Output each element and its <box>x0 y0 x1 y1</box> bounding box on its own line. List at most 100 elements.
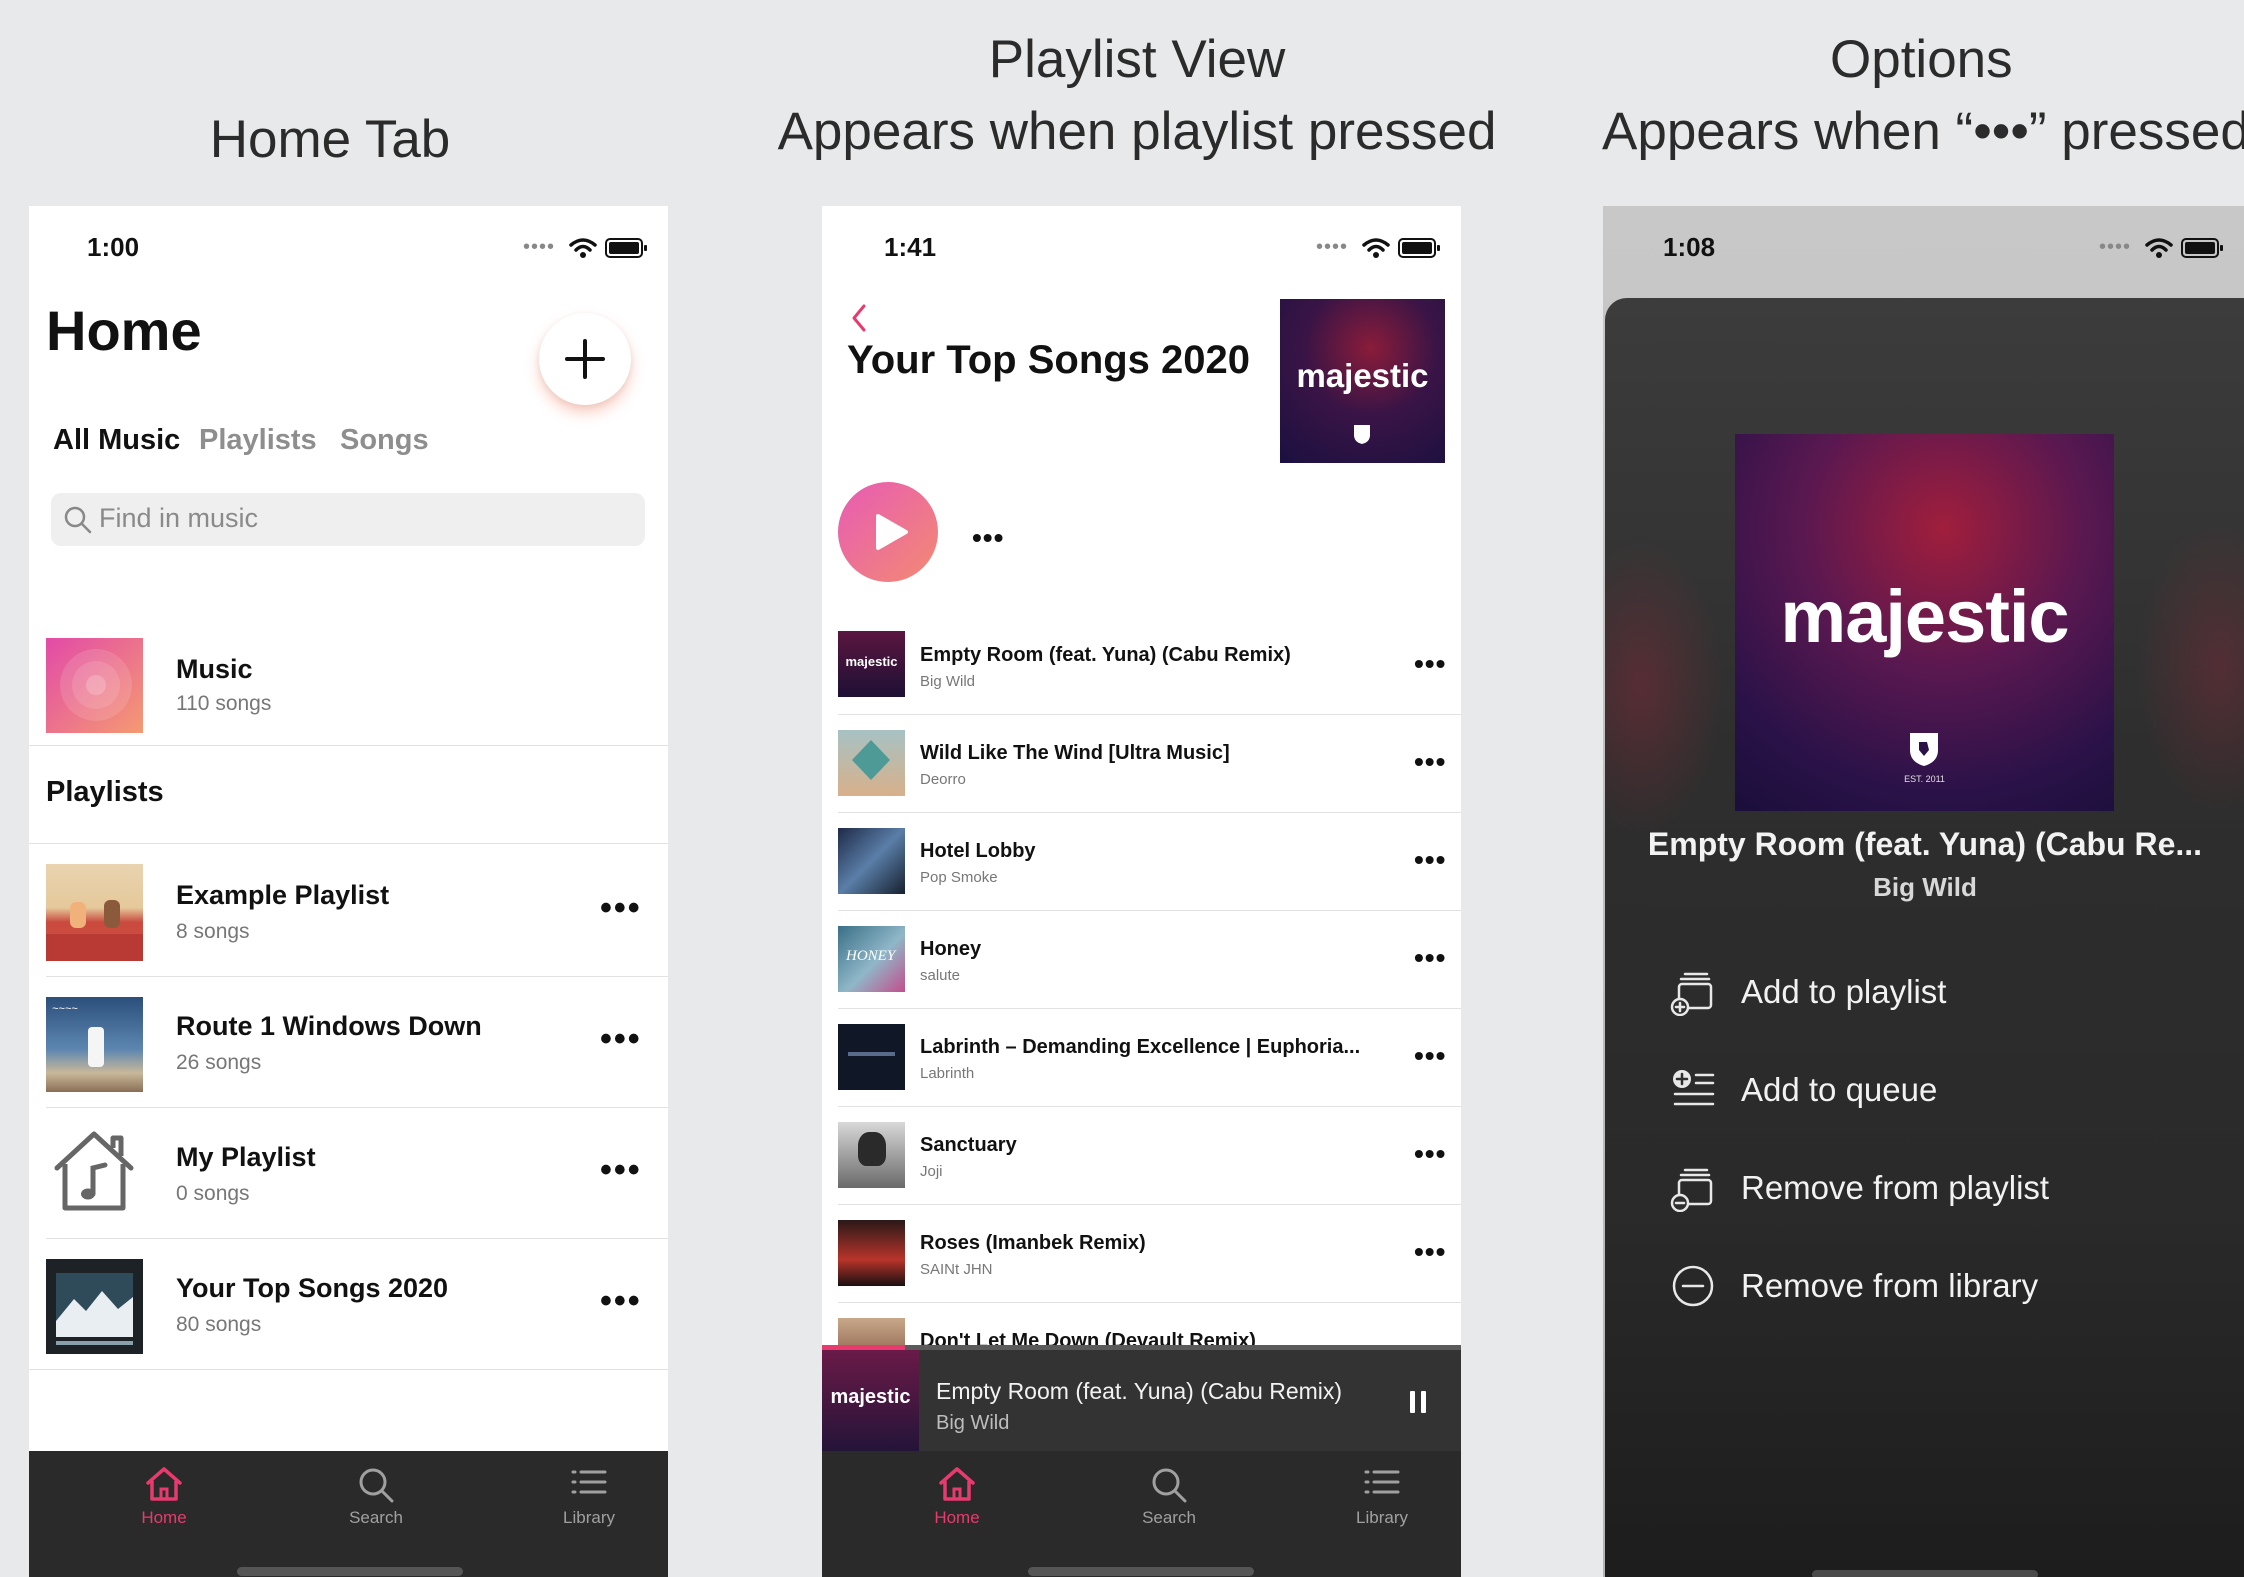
divider <box>838 910 1461 911</box>
playlist-row[interactable]: Your Top Songs 2020 80 songs ••• <box>29 1239 668 1367</box>
playlist-cover: majestic <box>1280 299 1445 463</box>
tab-library[interactable]: Library <box>1322 1465 1442 1528</box>
option-remove-from-playlist[interactable]: Remove from playlist <box>1669 1164 2049 1212</box>
song-artist: salute <box>920 967 961 984</box>
add-to-queue-icon <box>1673 1070 1715 1106</box>
song-row[interactable]: majestic Empty Room (feat. Yuna) (Cabu R… <box>822 619 1461 715</box>
song-thumbnail <box>838 1024 905 1090</box>
tab-home[interactable]: Home <box>897 1465 1017 1528</box>
home-icon <box>146 1467 182 1501</box>
playlist-row[interactable]: ~~~~ Route 1 Windows Down 26 songs ••• <box>29 977 668 1105</box>
home-indicator <box>1812 1570 2038 1577</box>
playlist-title: Your Top Songs 2020 <box>847 338 1251 382</box>
option-remove-from-library[interactable]: Remove from library <box>1669 1262 2038 1310</box>
status-time: 1:41 <box>884 232 937 262</box>
song-thumbnail: majestic <box>838 631 905 697</box>
segment-all-music[interactable]: All Music <box>53 424 180 457</box>
option-label: Remove from playlist <box>1741 1169 2050 1206</box>
segment-songs[interactable]: Songs <box>340 424 429 457</box>
music-row[interactable]: Music 110 songs <box>29 626 668 736</box>
song-title: Empty Room (feat. Yuna) (Cabu Remix) <box>920 644 1291 666</box>
song-row[interactable]: Sanctuary Joji ••• <box>822 1109 1461 1205</box>
more-button[interactable]: ••• <box>1414 1140 1446 1168</box>
cover-text: majestic <box>1780 575 2069 658</box>
signal-icon: •••• <box>2099 236 2132 258</box>
more-button[interactable]: ••• <box>1414 944 1446 972</box>
more-button[interactable]: ••• <box>1414 846 1446 874</box>
playlist-screen: 1:41 •••• Your Top Songs 2020 majestic •… <box>822 206 1461 1577</box>
more-button[interactable]: ••• <box>600 891 642 925</box>
tab-home[interactable]: Home <box>104 1465 224 1528</box>
tab-search[interactable]: Search <box>1109 1465 1229 1528</box>
tab-search-label: Search <box>1142 1508 1196 1527</box>
now-playing-title: Empty Room (feat. Yuna) (Cabu Remix) <box>936 1378 1343 1404</box>
tab-search[interactable]: Search <box>316 1465 436 1528</box>
signal-icon: •••• <box>1316 236 1349 258</box>
divider <box>29 843 668 844</box>
segment-playlists[interactable]: Playlists <box>199 424 317 457</box>
song-row[interactable]: Wild Like The Wind [Ultra Music] Deorro … <box>822 717 1461 813</box>
tab-search-label: Search <box>349 1508 403 1527</box>
song-thumbnail <box>838 1318 905 1345</box>
tab-library-label: Library <box>563 1508 615 1527</box>
cover-text: majestic <box>1296 357 1429 394</box>
tab-bar: Home Search Library <box>29 1451 668 1577</box>
play-button[interactable] <box>838 482 938 582</box>
home-indicator <box>1028 1567 1254 1576</box>
status-time: 1:08 <box>1663 232 1716 262</box>
home-icon <box>939 1467 975 1501</box>
song-row[interactable]: Don't Let Me Down (Devault Remix) <box>822 1305 1461 1345</box>
caption-playlist-sub: Appears when playlist pressed <box>777 102 1497 161</box>
add-to-playlist-icon <box>1670 972 1713 1016</box>
add-button[interactable] <box>539 313 631 405</box>
more-button[interactable]: ••• <box>600 1022 642 1056</box>
song-row[interactable]: Labrinth – Demanding Excellence | Euphor… <box>822 1011 1461 1107</box>
tab-home-label: Home <box>141 1508 187 1527</box>
more-button[interactable]: ••• <box>1414 748 1446 776</box>
playlist-thumbnail <box>46 864 143 961</box>
more-button[interactable]: ••• <box>1414 1042 1446 1070</box>
search-placeholder: Find in music <box>99 503 259 533</box>
shield-icon <box>1910 733 1938 766</box>
divider <box>838 1204 1461 1205</box>
music-title: Music <box>176 654 253 684</box>
wifi-icon <box>569 237 597 258</box>
song-artist: Joji <box>920 1163 943 1180</box>
minus-circle-icon <box>1672 1265 1714 1307</box>
mini-player[interactable]: majestic Empty Room (feat. Yuna) (Cabu R… <box>822 1345 1461 1451</box>
playlist-more-button[interactable]: ••• <box>972 522 1004 554</box>
playlist-count: 8 songs <box>176 920 250 943</box>
mini-cover-text: majestic <box>830 1386 911 1408</box>
more-button[interactable]: ••• <box>1414 650 1446 678</box>
tab-library[interactable]: Library <box>529 1465 649 1528</box>
song-row[interactable]: Roses (Imanbek Remix) SAINt JHN ••• <box>822 1207 1461 1303</box>
shield-icon <box>1354 425 1370 444</box>
wifi-icon <box>1362 237 1390 258</box>
now-playing-artist: Big Wild <box>936 1412 1010 1434</box>
song-title: Sanctuary <box>920 1134 1017 1156</box>
song-row[interactable]: HONEY Honey salute ••• <box>822 913 1461 1009</box>
status-time: 1:00 <box>87 232 140 262</box>
playlist-row[interactable]: My Playlist 0 songs ••• <box>29 1108 668 1236</box>
playlists-header: Playlists <box>46 776 164 808</box>
more-button[interactable]: ••• <box>1414 1238 1446 1266</box>
caption-options-sub: Appears when “•••” pressed <box>1602 102 2244 161</box>
option-label: Remove from library <box>1741 1267 2039 1304</box>
more-button[interactable]: ••• <box>600 1153 642 1187</box>
tab-library-label: Library <box>1356 1508 1408 1527</box>
divider <box>838 1106 1461 1107</box>
option-add-to-playlist[interactable]: Add to playlist <box>1669 968 1946 1016</box>
song-row[interactable]: Hotel Lobby Pop Smoke ••• <box>822 815 1461 911</box>
back-chevron-icon[interactable] <box>848 302 870 334</box>
song-thumbnail <box>838 1122 905 1188</box>
more-button[interactable]: ••• <box>600 1284 642 1318</box>
caption-home-tab: Home Tab <box>209 110 451 169</box>
search-input[interactable]: Find in music <box>51 493 645 546</box>
option-add-to-queue[interactable]: Add to queue <box>1669 1066 1937 1114</box>
divider <box>29 745 668 746</box>
playlist-row[interactable]: Example Playlist 8 songs ••• <box>29 846 668 974</box>
pause-icon[interactable] <box>1408 1389 1428 1415</box>
playlist-title: Example Playlist <box>176 880 390 910</box>
song-artist: SAINt JHN <box>920 1261 993 1278</box>
option-label: Add to playlist <box>1741 973 1947 1010</box>
